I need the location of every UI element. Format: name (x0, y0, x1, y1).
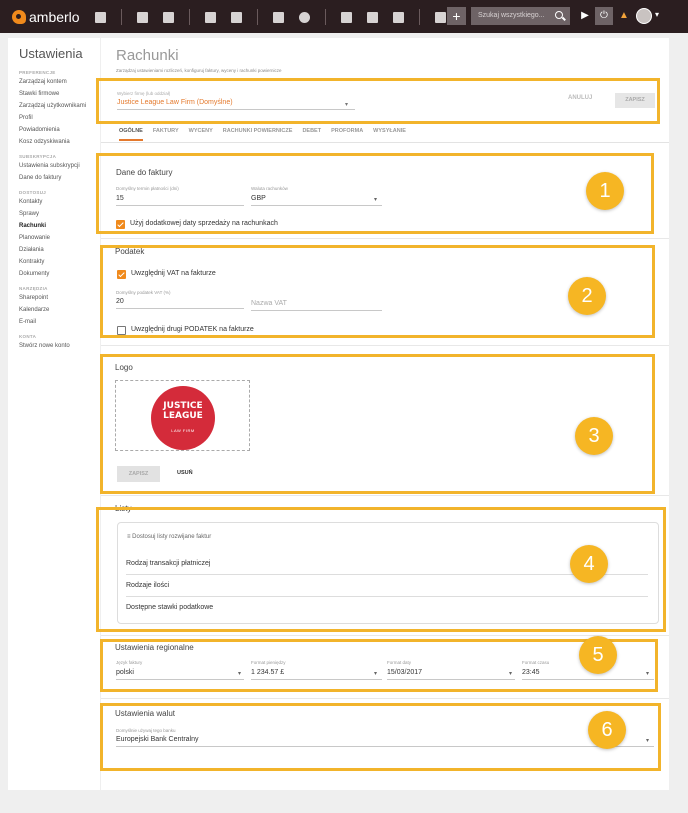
highlight-box (100, 703, 661, 771)
app-logo[interactable]: amberlo (12, 9, 80, 25)
dashboard-icon[interactable] (95, 11, 106, 23)
sidebar-item[interactable]: E-mail (19, 316, 99, 328)
sidebar-item[interactable]: Profil (19, 112, 99, 124)
tab-proforma[interactable]: PROFORMA (331, 128, 363, 141)
sidebar-section-title: PREFERENCJE (19, 70, 56, 75)
sidebar-item[interactable]: Dokumenty (19, 268, 99, 280)
sidebar-section-title: DOSTOSUJ (19, 190, 47, 195)
sidebar-menu: PREFERENCJE Zarządzaj kontem Stawki firmow… (19, 70, 99, 352)
sidebar-section-title: SUBSKRYPCJA (19, 154, 57, 159)
sidebar-item[interactable]: Dane do faktury (19, 172, 99, 184)
whatsapp-icon[interactable] (299, 11, 310, 23)
sidebar-item[interactable]: Kontrakty (19, 256, 99, 268)
top-bar: amberlo + Szukaj wszystkiego... ▶ ⏻ ▲ ▾ (0, 0, 688, 33)
nav-divider (121, 9, 122, 25)
sidebar-item[interactable]: Sharepoint (19, 292, 99, 304)
mail-icon[interactable] (393, 11, 404, 23)
sidebar-item[interactable]: Powiadomienia (19, 124, 99, 136)
table-icon[interactable] (435, 11, 446, 23)
settings-tabs: OGÓLNE FAKTURY WYCENY RACHUNKI POWIERNIC… (119, 128, 416, 141)
page-subtitle: Zarządzaj ustawieniami rozliczeń, konfig… (116, 68, 282, 73)
bank-icon[interactable] (231, 11, 242, 23)
search-icon[interactable] (550, 7, 570, 25)
highlight-box (100, 639, 658, 692)
sidebar-item[interactable]: Zarządzaj użytkownikami (19, 100, 99, 112)
calendar-icon[interactable] (273, 11, 284, 23)
highlight-box (96, 153, 654, 234)
sidebar-item[interactable]: Działania (19, 244, 99, 256)
tab-wyceny[interactable]: WYCENY (189, 128, 213, 141)
tab-faktury[interactable]: FAKTURY (153, 128, 179, 141)
main-nav (95, 9, 461, 25)
sidebar-item[interactable]: Kosz odzyskiwania (19, 136, 99, 148)
notification-bell-icon[interactable]: ▲ (615, 7, 633, 25)
settings-sidebar: Ustawienia PREFERENCJE Zarządzaj kontem St… (8, 38, 100, 790)
avatar[interactable] (636, 8, 652, 24)
tab-wysylanie[interactable]: WYSYŁANIE (373, 128, 406, 141)
callout-number: 3 (575, 417, 613, 455)
section-divider (101, 698, 669, 699)
callout-number: 5 (579, 636, 617, 674)
sidebar-item[interactable]: Kontakty (19, 196, 99, 208)
app-name: amberlo (29, 9, 80, 25)
tab-debet[interactable]: DEBET (302, 128, 321, 141)
sidebar-section-title: KONTA (19, 334, 37, 339)
section-divider (101, 635, 669, 636)
sidebar-item[interactable]: Ustawienia subskrypcji (19, 160, 99, 172)
sidebar-item[interactable]: Stawki firmowe (19, 88, 99, 100)
amberlo-logo-icon (12, 10, 26, 24)
page-title: Rachunki (116, 47, 179, 64)
clients-icon[interactable] (137, 11, 148, 23)
sidebar-item[interactable]: Sprawy (19, 208, 99, 220)
highlight-box (96, 78, 660, 124)
document-icon[interactable] (205, 11, 216, 23)
sidebar-item[interactable]: Planowanie (19, 232, 99, 244)
sidebar-item[interactable]: Kalendarze (19, 304, 99, 316)
section-divider (101, 238, 669, 239)
nav-divider (189, 9, 190, 25)
sidebar-item[interactable]: Stwórz nowe konto (19, 340, 99, 352)
search-input[interactable]: Szukaj wszystkiego... (471, 7, 551, 25)
chevron-down-icon[interactable]: ▾ (655, 10, 659, 19)
section-divider (101, 495, 669, 496)
highlight-box (100, 354, 655, 494)
nav-divider (257, 9, 258, 25)
building-icon[interactable] (163, 11, 174, 23)
add-button[interactable]: + (447, 7, 466, 25)
sidebar-item[interactable]: Zarządzaj kontem (19, 76, 99, 88)
callout-number: 6 (588, 711, 626, 749)
file-icon[interactable] (367, 11, 378, 23)
power-icon[interactable]: ⏻ (595, 7, 613, 25)
callout-number: 4 (570, 545, 608, 583)
callout-number: 2 (568, 277, 606, 315)
tab-ogolne[interactable]: OGÓLNE (119, 128, 143, 141)
sidebar-section-title: NARZĘDZIA (19, 286, 48, 291)
play-icon[interactable]: ▶ (576, 7, 594, 25)
sidebar-title: Ustawienia (19, 46, 83, 61)
tabs-divider (101, 142, 669, 143)
callout-number: 1 (586, 172, 624, 210)
sidebar-item[interactable]: Rachunki (19, 220, 99, 232)
tab-rachunki-powiernicze[interactable]: RACHUNKI POWIERNICZE (223, 128, 293, 141)
folder-icon[interactable] (341, 11, 352, 23)
nav-divider (419, 9, 420, 25)
nav-divider (325, 9, 326, 25)
section-divider (101, 345, 669, 346)
